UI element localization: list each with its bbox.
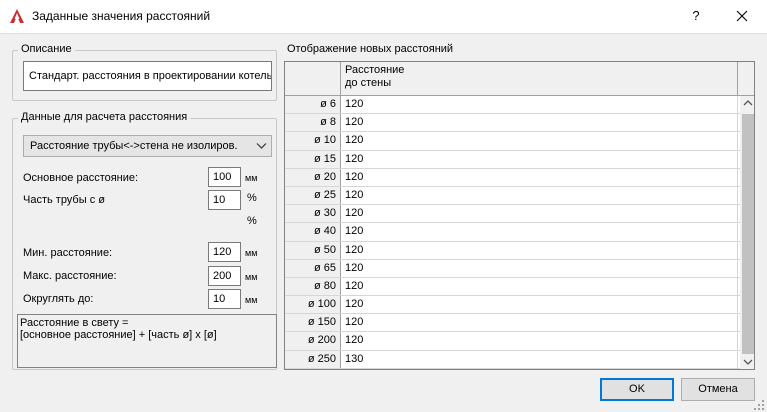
pipe-part-unit-secondary: % bbox=[247, 215, 257, 227]
distance-cell[interactable]: 120 bbox=[342, 114, 738, 132]
max-distance-input[interactable]: 200 bbox=[208, 266, 241, 286]
distance-cell[interactable]: 120 bbox=[342, 205, 738, 223]
max-distance-unit: мм bbox=[245, 272, 258, 282]
table-row[interactable]: ø 100 120 bbox=[285, 296, 740, 315]
base-distance-label: Основное расстояние: bbox=[23, 172, 139, 184]
table-row[interactable]: ø 40 120 bbox=[285, 223, 740, 242]
max-distance-label: Макс. расстояние: bbox=[23, 270, 117, 282]
distance-cell[interactable]: 120 bbox=[342, 186, 738, 205]
row-header-diameter: ø 80 bbox=[285, 277, 341, 296]
base-distance-input[interactable]: 100 bbox=[208, 167, 241, 187]
dialog-body: Описание Стандарт. расстояния в проектир… bbox=[0, 33, 767, 412]
row-header-diameter: ø 50 bbox=[285, 241, 341, 259]
distance-cell[interactable]: 120 bbox=[342, 332, 738, 350]
table-row[interactable]: ø 6 120 bbox=[285, 96, 740, 115]
description-group-label: Описание bbox=[18, 43, 75, 55]
table-row[interactable]: ø 30 120 bbox=[285, 205, 740, 224]
table-row[interactable]: ø 200 120 bbox=[285, 332, 740, 351]
row-header-diameter: ø 300 bbox=[285, 368, 341, 369]
distance-cell[interactable]: 120 bbox=[342, 296, 738, 314]
grid-column-header-line-2: до стены bbox=[345, 77, 392, 89]
table-row[interactable]: ø 150 120 bbox=[285, 314, 740, 333]
grid-header: Расстояние до стены bbox=[285, 62, 740, 96]
scroll-up-icon[interactable] bbox=[743, 99, 753, 107]
distance-cell[interactable]: 120 bbox=[342, 150, 738, 168]
row-header-diameter: ø 20 bbox=[285, 168, 341, 186]
row-header-diameter: ø 6 bbox=[285, 96, 341, 114]
distance-grid: Расстояние до стены ø 6 120 ø 8 120 ø 10 120 ø… bbox=[284, 61, 755, 370]
scrollbar-thumb[interactable] bbox=[742, 114, 754, 354]
min-distance-label: Мин. расстояние: bbox=[23, 247, 113, 259]
pipe-part-unit: % bbox=[247, 192, 257, 204]
chevron-down-icon bbox=[256, 143, 267, 149]
distance-cell[interactable]: 120 bbox=[342, 368, 738, 369]
min-distance-unit: мм bbox=[245, 248, 258, 258]
distance-cell[interactable]: 120 bbox=[342, 241, 738, 259]
round-to-unit: мм bbox=[245, 295, 258, 305]
table-row[interactable]: ø 15 120 bbox=[285, 150, 740, 169]
table-row[interactable]: ø 300120 bbox=[285, 368, 740, 369]
row-header-diameter: ø 15 bbox=[285, 150, 341, 168]
distance-cell[interactable]: 120 bbox=[342, 277, 738, 296]
grid-column-header-line-1: Расстояние bbox=[345, 64, 405, 76]
base-distance-unit: мм bbox=[245, 173, 258, 183]
pipe-part-label: Часть трубы с ø bbox=[23, 194, 105, 206]
cancel-button[interactable]: Отмена bbox=[681, 378, 755, 401]
min-distance-input[interactable]: 120 bbox=[208, 242, 241, 262]
row-header-diameter: ø 10 bbox=[285, 132, 341, 150]
pipe-part-input[interactable]: 10 bbox=[208, 190, 241, 210]
distance-cell[interactable]: 120 bbox=[342, 96, 738, 114]
table-row[interactable]: ø 20 120 bbox=[285, 168, 740, 187]
scroll-down-icon[interactable] bbox=[743, 358, 753, 366]
row-header-diameter: ø 30 bbox=[285, 205, 341, 223]
scrollbar-header-segment bbox=[740, 62, 754, 96]
row-header-diameter: ø 65 bbox=[285, 259, 341, 277]
resize-grip-icon[interactable] bbox=[753, 399, 765, 411]
table-row[interactable]: ø 8 120 bbox=[285, 114, 740, 133]
row-header-diameter: ø 40 bbox=[285, 223, 341, 241]
calc-group-label: Данные для расчета расстояния bbox=[18, 111, 191, 123]
formula-box: Расстояние в свету = [основное расстояни… bbox=[17, 314, 277, 368]
autocad-logo-icon bbox=[10, 9, 24, 23]
row-header-diameter: ø 150 bbox=[285, 314, 341, 332]
grid-body: ø 6 120 ø 8 120 ø 10 120 ø 15 120 ø 20 120 ø 25 120… bbox=[285, 96, 740, 369]
row-header-diameter: ø 250 bbox=[285, 350, 341, 368]
description-input[interactable]: Стандарт. расстояния в проектировании ко… bbox=[23, 61, 272, 91]
distance-cell[interactable]: 130 bbox=[342, 350, 738, 368]
close-button[interactable] bbox=[730, 6, 754, 26]
distance-mode-select[interactable]: Расстояние трубы<->стена не изолиров. bbox=[23, 135, 272, 157]
help-button[interactable]: ? bbox=[684, 6, 708, 26]
grid-corner bbox=[285, 62, 341, 96]
table-row[interactable]: ø 50 120 bbox=[285, 241, 740, 260]
distance-cell[interactable]: 120 bbox=[342, 168, 738, 186]
window-title: Заданные значения расстояний bbox=[32, 9, 211, 23]
table-row[interactable]: ø 80 120 bbox=[285, 277, 740, 297]
title-bar: Заданные значения расстояний ? bbox=[0, 0, 767, 33]
distance-cell[interactable]: 120 bbox=[342, 314, 738, 332]
round-to-input[interactable]: 10 bbox=[208, 289, 241, 309]
round-to-label: Округлять до: bbox=[23, 293, 94, 305]
distance-cell[interactable]: 120 bbox=[342, 223, 738, 241]
row-header-diameter: ø 200 bbox=[285, 332, 341, 350]
row-header-diameter: ø 8 bbox=[285, 114, 341, 132]
preview-section-label: Отображение новых расстояний bbox=[287, 43, 454, 55]
table-row[interactable]: ø 25 120 bbox=[285, 186, 740, 206]
row-header-diameter: ø 100 bbox=[285, 296, 341, 314]
table-row[interactable]: ø 10 120 bbox=[285, 132, 740, 151]
table-row[interactable]: ø 250 130 bbox=[285, 350, 740, 369]
row-header-diameter: ø 25 bbox=[285, 186, 341, 205]
ok-button[interactable]: OK bbox=[600, 378, 674, 401]
formula-line-2: [основное расстояние] + [часть ø] x [ø] bbox=[20, 329, 217, 341]
distance-mode-value: Расстояние трубы<->стена не изолиров. bbox=[30, 140, 238, 152]
grid-column-header[interactable]: Расстояние до стены bbox=[342, 62, 738, 96]
close-icon bbox=[736, 10, 748, 22]
distance-cell[interactable]: 120 bbox=[342, 132, 738, 150]
grid-scrollbar[interactable] bbox=[740, 62, 754, 369]
table-row[interactable]: ø 65 120 bbox=[285, 259, 740, 278]
distance-cell[interactable]: 120 bbox=[342, 259, 738, 277]
formula-line-1: Расстояние в свету = bbox=[20, 317, 129, 329]
